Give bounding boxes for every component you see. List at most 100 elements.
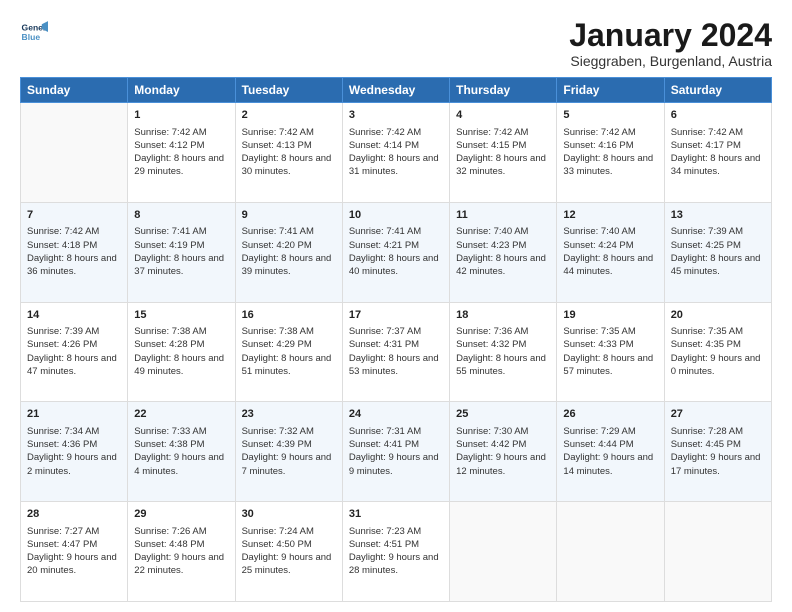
day-info: Sunrise: 7:33 AMSunset: 4:38 PMDaylight:…: [134, 425, 228, 478]
col-header-sunday: Sunday: [21, 78, 128, 103]
day-cell: 16 Sunrise: 7:38 AMSunset: 4:29 PMDayligh…: [235, 302, 342, 402]
col-header-friday: Friday: [557, 78, 664, 103]
day-info: Sunrise: 7:42 AMSunset: 4:12 PMDaylight:…: [134, 126, 228, 179]
header: General Blue January 2024 Sieggraben, Bu…: [20, 18, 772, 69]
day-number: 11: [456, 208, 550, 223]
subtitle: Sieggraben, Burgenland, Austria: [569, 53, 772, 69]
day-number: 21: [27, 407, 121, 422]
day-info: Sunrise: 7:42 AMSunset: 4:18 PMDaylight:…: [27, 225, 121, 278]
day-info: Sunrise: 7:41 AMSunset: 4:19 PMDaylight:…: [134, 225, 228, 278]
day-info: Sunrise: 7:35 AMSunset: 4:35 PMDaylight:…: [671, 325, 765, 378]
day-info: Sunrise: 7:40 AMSunset: 4:24 PMDaylight:…: [563, 225, 657, 278]
day-cell: 21 Sunrise: 7:34 AMSunset: 4:36 PMDayligh…: [21, 402, 128, 502]
col-header-saturday: Saturday: [664, 78, 771, 103]
day-info: Sunrise: 7:42 AMSunset: 4:16 PMDaylight:…: [563, 126, 657, 179]
day-info: Sunrise: 7:38 AMSunset: 4:29 PMDaylight:…: [242, 325, 336, 378]
day-info: Sunrise: 7:37 AMSunset: 4:31 PMDaylight:…: [349, 325, 443, 378]
day-info: Sunrise: 7:23 AMSunset: 4:51 PMDaylight:…: [349, 525, 443, 578]
day-info: Sunrise: 7:42 AMSunset: 4:14 PMDaylight:…: [349, 126, 443, 179]
day-number: 4: [456, 108, 550, 123]
header-row: SundayMondayTuesdayWednesdayThursdayFrid…: [21, 78, 772, 103]
day-number: 20: [671, 308, 765, 323]
day-cell: 7Sunrise: 7:42 AMSunset: 4:18 PMDaylight…: [21, 202, 128, 302]
day-number: 18: [456, 308, 550, 323]
day-cell: 23 Sunrise: 7:32 AMSunset: 4:39 PMDayligh…: [235, 402, 342, 502]
day-info: Sunrise: 7:42 AMSunset: 4:17 PMDaylight:…: [671, 126, 765, 179]
day-info: Sunrise: 7:27 AMSunset: 4:47 PMDaylight:…: [27, 525, 121, 578]
day-number: 10: [349, 208, 443, 223]
day-cell: [450, 502, 557, 602]
day-number: 13: [671, 208, 765, 223]
day-number: 29: [134, 507, 228, 522]
day-cell: 27 Sunrise: 7:28 AMSunset: 4:45 PMDayligh…: [664, 402, 771, 502]
title-block: January 2024 Sieggraben, Burgenland, Aus…: [569, 18, 772, 69]
week-row-1: 1 Sunrise: 7:42 AMSunset: 4:12 PMDaylight…: [21, 103, 772, 203]
day-number: 27: [671, 407, 765, 422]
day-info: Sunrise: 7:35 AMSunset: 4:33 PMDaylight:…: [563, 325, 657, 378]
calendar-table: SundayMondayTuesdayWednesdayThursdayFrid…: [20, 77, 772, 602]
day-number: 14: [27, 308, 121, 323]
day-cell: 3 Sunrise: 7:42 AMSunset: 4:14 PMDaylight…: [342, 103, 449, 203]
day-number: 5: [563, 108, 657, 123]
day-info: Sunrise: 7:32 AMSunset: 4:39 PMDaylight:…: [242, 425, 336, 478]
day-number: 15: [134, 308, 228, 323]
day-number: 25: [456, 407, 550, 422]
day-number: 19: [563, 308, 657, 323]
day-number: 3: [349, 108, 443, 123]
day-cell: 6Sunrise: 7:42 AMSunset: 4:17 PMDaylight…: [664, 103, 771, 203]
svg-text:Blue: Blue: [22, 32, 41, 42]
day-number: 30: [242, 507, 336, 522]
day-number: 23: [242, 407, 336, 422]
day-cell: 12 Sunrise: 7:40 AMSunset: 4:24 PMDayligh…: [557, 202, 664, 302]
day-number: 24: [349, 407, 443, 422]
day-info: Sunrise: 7:34 AMSunset: 4:36 PMDaylight:…: [27, 425, 121, 478]
day-cell: 1 Sunrise: 7:42 AMSunset: 4:12 PMDaylight…: [128, 103, 235, 203]
day-cell: 20 Sunrise: 7:35 AMSunset: 4:35 PMDayligh…: [664, 302, 771, 402]
day-cell: 24 Sunrise: 7:31 AMSunset: 4:41 PMDayligh…: [342, 402, 449, 502]
day-cell: 8 Sunrise: 7:41 AMSunset: 4:19 PMDaylight…: [128, 202, 235, 302]
week-row-2: 7Sunrise: 7:42 AMSunset: 4:18 PMDaylight…: [21, 202, 772, 302]
day-cell: 25Sunrise: 7:30 AMSunset: 4:42 PMDayligh…: [450, 402, 557, 502]
day-cell: 26Sunrise: 7:29 AMSunset: 4:44 PMDayligh…: [557, 402, 664, 502]
day-cell: 2Sunrise: 7:42 AMSunset: 4:13 PMDaylight…: [235, 103, 342, 203]
col-header-thursday: Thursday: [450, 78, 557, 103]
day-info: Sunrise: 7:28 AMSunset: 4:45 PMDaylight:…: [671, 425, 765, 478]
day-cell: 10 Sunrise: 7:41 AMSunset: 4:21 PMDayligh…: [342, 202, 449, 302]
day-number: 17: [349, 308, 443, 323]
day-info: Sunrise: 7:24 AMSunset: 4:50 PMDaylight:…: [242, 525, 336, 578]
day-number: 26: [563, 407, 657, 422]
day-number: 31: [349, 507, 443, 522]
day-cell: 29Sunrise: 7:26 AMSunset: 4:48 PMDayligh…: [128, 502, 235, 602]
day-cell: [557, 502, 664, 602]
day-cell: 4Sunrise: 7:42 AMSunset: 4:15 PMDaylight…: [450, 103, 557, 203]
day-info: Sunrise: 7:38 AMSunset: 4:28 PMDaylight:…: [134, 325, 228, 378]
week-row-3: 14 Sunrise: 7:39 AMSunset: 4:26 PMDayligh…: [21, 302, 772, 402]
day-number: 22: [134, 407, 228, 422]
day-info: Sunrise: 7:39 AMSunset: 4:26 PMDaylight:…: [27, 325, 121, 378]
main-title: January 2024: [569, 18, 772, 53]
day-number: 1: [134, 108, 228, 123]
day-cell: 28 Sunrise: 7:27 AMSunset: 4:47 PMDayligh…: [21, 502, 128, 602]
day-info: Sunrise: 7:31 AMSunset: 4:41 PMDaylight:…: [349, 425, 443, 478]
day-cell: 19 Sunrise: 7:35 AMSunset: 4:33 PMDayligh…: [557, 302, 664, 402]
day-number: 8: [134, 208, 228, 223]
day-cell: 14 Sunrise: 7:39 AMSunset: 4:26 PMDayligh…: [21, 302, 128, 402]
day-cell: 9 Sunrise: 7:41 AMSunset: 4:20 PMDaylight…: [235, 202, 342, 302]
week-row-5: 28 Sunrise: 7:27 AMSunset: 4:47 PMDayligh…: [21, 502, 772, 602]
day-cell: 15 Sunrise: 7:38 AMSunset: 4:28 PMDayligh…: [128, 302, 235, 402]
day-cell: 17 Sunrise: 7:37 AMSunset: 4:31 PMDayligh…: [342, 302, 449, 402]
day-cell: 13 Sunrise: 7:39 AMSunset: 4:25 PMDayligh…: [664, 202, 771, 302]
day-number: 12: [563, 208, 657, 223]
logo-icon: General Blue: [20, 18, 48, 46]
day-number: 16: [242, 308, 336, 323]
day-info: Sunrise: 7:41 AMSunset: 4:21 PMDaylight:…: [349, 225, 443, 278]
day-info: Sunrise: 7:39 AMSunset: 4:25 PMDaylight:…: [671, 225, 765, 278]
day-number: 9: [242, 208, 336, 223]
calendar-page: General Blue January 2024 Sieggraben, Bu…: [0, 0, 792, 612]
day-info: Sunrise: 7:40 AMSunset: 4:23 PMDaylight:…: [456, 225, 550, 278]
day-info: Sunrise: 7:41 AMSunset: 4:20 PMDaylight:…: [242, 225, 336, 278]
col-header-monday: Monday: [128, 78, 235, 103]
day-number: 28: [27, 507, 121, 522]
day-cell: 11 Sunrise: 7:40 AMSunset: 4:23 PMDayligh…: [450, 202, 557, 302]
day-cell: [664, 502, 771, 602]
